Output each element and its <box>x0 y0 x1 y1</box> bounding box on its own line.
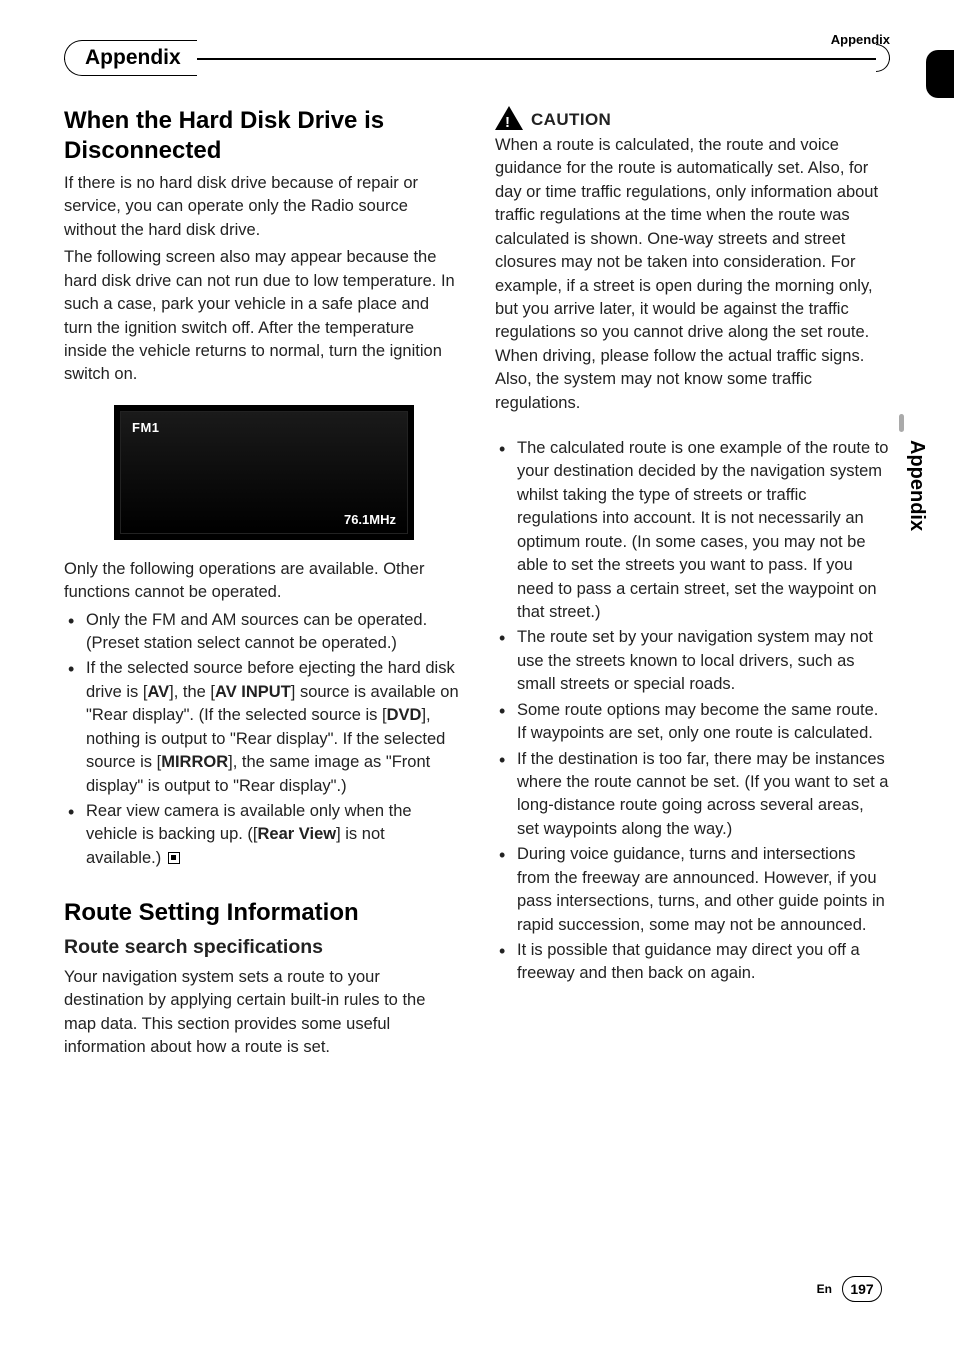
bold-rear-view: Rear View <box>258 825 337 843</box>
heading-hdd-disconnected: When the Hard Disk Drive is Disconnected <box>64 106 459 166</box>
list-item: If the destination is too far, there may… <box>517 748 890 842</box>
list-item: The route set by your navigation system … <box>517 626 890 696</box>
section-tab-rule-end <box>876 44 890 72</box>
heading-route-setting: Route Setting Information <box>64 898 459 928</box>
para-hdd-3: Only the following operations are availa… <box>64 558 459 605</box>
subheading-route-search: Route search specifications <box>64 934 459 962</box>
list-item: If the selected source before ejecting t… <box>86 657 459 798</box>
para-hdd-1: If there is no hard disk drive because o… <box>64 172 459 242</box>
bold-av: AV <box>147 683 169 701</box>
list-item: During voice guidance, turns and interse… <box>517 843 890 937</box>
list-item: Some route options may become the same r… <box>517 699 890 746</box>
chapter-black-tab <box>926 50 954 98</box>
section-tab-row: Appendix <box>64 40 890 76</box>
para-route-1: Your navigation system sets a route to y… <box>64 966 459 1060</box>
para-hdd-2: The following screen also may appear bec… <box>64 246 459 387</box>
left-column: When the Hard Disk Drive is Disconnected… <box>64 106 459 1064</box>
warning-triangle-icon <box>495 106 523 130</box>
left-bullet-list: Only the FM and AM sources can be operat… <box>64 609 459 871</box>
radio-band-label: FM1 <box>132 419 160 437</box>
list-item: Only the FM and AM sources can be operat… <box>86 609 459 656</box>
list-item: It is possible that guidance may direct … <box>517 939 890 986</box>
caution-heading-row: CAUTION <box>495 106 890 132</box>
list-item: Rear view camera is available only when … <box>86 800 459 870</box>
side-appendix-label: Appendix <box>905 440 928 531</box>
right-column: CAUTION When a route is calculated, the … <box>495 106 890 1064</box>
caution-paragraph: When a route is calculated, the route an… <box>495 134 890 415</box>
bold-av-input: AV INPUT <box>215 683 291 701</box>
bold-mirror: MIRROR <box>161 753 228 771</box>
caution-label: CAUTION <box>531 108 611 132</box>
bold-dvd: DVD <box>387 706 422 724</box>
side-indicator-bar <box>899 414 904 432</box>
right-bullet-list: The calculated route is one example of t… <box>495 437 890 986</box>
radio-freq-label: 76.1MHz <box>344 511 396 529</box>
page-number: 197 <box>842 1276 882 1302</box>
page-footer: En 197 <box>817 1276 882 1302</box>
list-item: The calculated route is one example of t… <box>517 437 890 624</box>
section-tab-title: Appendix <box>64 40 197 76</box>
text: ], the [ <box>169 683 215 701</box>
end-of-section-icon <box>168 852 180 864</box>
footer-lang: En <box>817 1282 832 1296</box>
radio-screen-figure: FM1 76.1MHz <box>114 405 414 540</box>
